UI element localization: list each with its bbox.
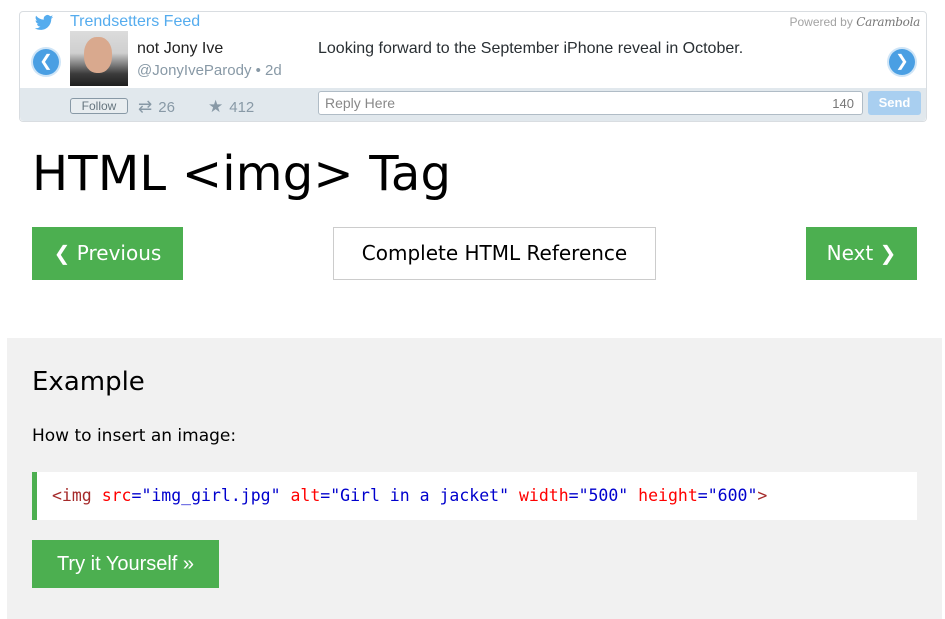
prev-tweet-button[interactable]: ❮ [33, 49, 59, 75]
code-value: "img_girl.jpg" [141, 486, 281, 505]
complete-reference-button[interactable]: Complete HTML Reference [333, 227, 656, 280]
code-attr: alt [290, 486, 321, 505]
send-button[interactable]: Send [868, 91, 921, 115]
star-icon: ★ [208, 97, 224, 116]
twitter-bird-icon [34, 15, 54, 30]
avatar[interactable] [70, 31, 128, 86]
code-example: <img src="img_girl.jpg" alt="Girl in a j… [32, 472, 917, 520]
try-it-yourself-button[interactable]: Try it Yourself » [32, 540, 219, 588]
code-attr: height [638, 486, 698, 505]
page-title: HTML <img> Tag [32, 146, 452, 202]
brand-logo[interactable]: Carambola [856, 15, 920, 29]
tweet-author-handle[interactable]: @JonyIveParody • 2d [137, 62, 282, 79]
code-attr: src [101, 486, 132, 505]
feed-title[interactable]: Trendsetters Feed [70, 13, 200, 31]
code-tag-open: <img [52, 486, 92, 505]
example-panel: Example How to insert an image: <img src… [7, 338, 942, 619]
code-value: "Girl in a jacket" [330, 486, 510, 505]
tweet-text: Looking forward to the September iPhone … [318, 40, 744, 57]
favorite-button[interactable]: ★ 412 [208, 97, 254, 117]
powered-by: Powered by Carambola [789, 15, 920, 29]
retweet-button[interactable]: ⇄ 26 [138, 97, 175, 117]
retweet-icon: ⇄ [138, 97, 153, 116]
code-value: "600" [707, 486, 758, 505]
next-tweet-button[interactable]: ❯ [889, 49, 915, 75]
tweet-action-bar: Follow ⇄ 26 ★ 412 Reply Here 140 Send [20, 88, 926, 121]
chevron-left-icon: ❮ [39, 53, 53, 70]
powered-by-label: Powered by [789, 15, 853, 29]
tweet-author-name[interactable]: not Jony Ive [137, 40, 223, 58]
next-button[interactable]: Next ❯ [806, 227, 917, 280]
retweet-count: 26 [158, 99, 175, 116]
chevron-right-icon: ❯ [895, 53, 909, 70]
reply-input[interactable]: Reply Here 140 [318, 91, 863, 115]
code-attr: width [518, 486, 569, 505]
char-count: 140 [832, 96, 854, 111]
reply-placeholder: Reply Here [325, 95, 396, 111]
code-tag-close: > [757, 486, 768, 505]
previous-button[interactable]: ❮ Previous [32, 227, 183, 280]
code-value: "500" [578, 486, 629, 505]
favorite-count: 412 [229, 99, 255, 116]
follow-button[interactable]: Follow [70, 98, 128, 114]
example-heading: Example [32, 367, 145, 397]
example-description: How to insert an image: [32, 426, 237, 446]
tweet-widget: Trendsetters Feed Powered by Carambola ❮… [19, 11, 927, 122]
